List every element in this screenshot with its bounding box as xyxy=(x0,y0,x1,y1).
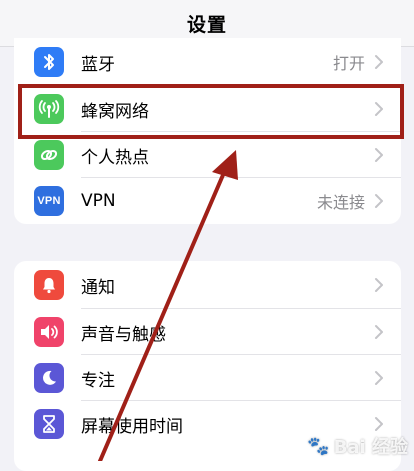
settings-row-vpn[interactable]: VPN VPN 未连接 xyxy=(14,178,401,224)
hotspot-chain-icon xyxy=(34,140,64,170)
settings-row-notifications[interactable]: 通知 xyxy=(14,261,401,309)
page-title: 设置 xyxy=(186,13,227,36)
bluetooth-icon xyxy=(34,47,64,77)
chevron-right-icon xyxy=(375,55,383,69)
vpn-icon-text: VPN xyxy=(37,195,61,207)
chevron-right-icon xyxy=(375,148,383,162)
bluetooth-status: 打开 xyxy=(332,54,365,73)
chevron-right-icon xyxy=(375,194,383,208)
settings-row-label: 屏幕使用时间 xyxy=(81,416,183,437)
notification-bell-icon xyxy=(34,270,64,300)
settings-group-connectivity: 蓝牙 打开 蜂窝网络 个人热点 VPN VPN 未连接 xyxy=(14,38,401,224)
chevron-right-icon xyxy=(375,371,383,385)
watermark-text: Bai 经验 xyxy=(333,437,408,458)
cellular-antenna-icon xyxy=(34,94,64,124)
settings-row-cellular[interactable]: 蜂窝网络 xyxy=(14,86,401,132)
settings-row-bluetooth[interactable]: 蓝牙 打开 xyxy=(14,38,401,86)
chevron-right-icon xyxy=(375,325,383,339)
settings-row-label: 专注 xyxy=(81,370,115,391)
settings-row-label: 蓝牙 xyxy=(81,54,115,75)
settings-row-sounds[interactable]: 声音与触感 xyxy=(14,309,401,355)
settings-row-label: 蜂窝网络 xyxy=(81,101,149,122)
watermark: 🐾 Bai 经验 xyxy=(307,433,408,459)
settings-row-label: 个人热点 xyxy=(81,147,149,168)
moon-icon xyxy=(34,363,64,393)
vpn-status: 未连接 xyxy=(316,193,365,212)
settings-row-label: 通知 xyxy=(81,277,115,298)
chevron-right-icon xyxy=(375,278,383,292)
paw-icon: 🐾 xyxy=(307,435,330,457)
settings-row-focus[interactable]: 专注 xyxy=(14,355,401,401)
settings-row-label: VPN xyxy=(81,191,116,211)
settings-row-hotspot[interactable]: 个人热点 xyxy=(14,132,401,178)
chevron-right-icon xyxy=(375,417,383,431)
settings-row-label: 声音与触感 xyxy=(81,324,166,345)
vpn-icon: VPN xyxy=(34,186,64,216)
hourglass-icon xyxy=(34,409,64,439)
speaker-icon xyxy=(34,317,64,347)
chevron-right-icon xyxy=(375,102,383,116)
